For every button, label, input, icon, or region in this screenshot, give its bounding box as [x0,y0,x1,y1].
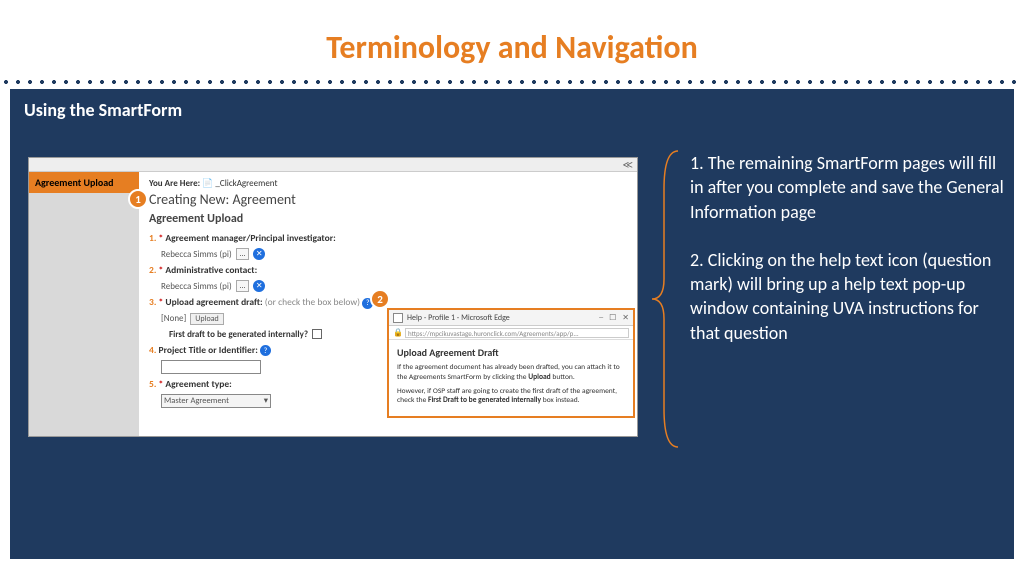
agreement-type-select[interactable]: Master Agreement ▾ [161,394,271,408]
popup-title: Help - Profile 1 - Microsoft Edge [407,313,510,323]
breadcrumb-label: You Are Here: [149,178,200,189]
popup-p2: However, if OSP staff are going to creat… [397,387,625,407]
upload-button[interactable]: Upload [190,313,223,325]
popup-p1: If the agreement document has already be… [397,363,625,383]
callout-marker-2: 2 [370,289,390,309]
close-icon[interactable]: ✕ [622,313,629,323]
callout-marker-1: 1 [128,189,148,209]
slide-title: Terminology and Navigation [0,0,1024,79]
help-icon[interactable]: ? [260,345,271,356]
popup-titlebar: Help - Profile 1 - Microsoft Edge ─ ☐ ✕ [389,310,633,326]
popup-addressbar: 🔒 https://mpcikuvastage.huronclick.com/A… [389,326,633,340]
dotted-divider [0,79,1024,85]
note-2: 2. Clicking on the help text icon (quest… [690,248,1010,345]
question-2: 2. * Administrative contact: [149,264,627,276]
note-1: 1. The remaining SmartForm pages will fi… [690,151,1010,224]
popup-body: Upload Agreement Draft If the agreement … [389,340,633,416]
close-icon[interactable]: ≪ [623,158,633,171]
section-title: Agreement Upload [149,212,627,226]
app-screenshot: ≪ Agreement Upload You Are Here: 📄 _Clic… [28,157,638,437]
url-field[interactable]: https://mpcikuvastage.huronclick.com/Agr… [405,328,629,338]
side-nav: Agreement Upload [29,172,139,193]
q1-value-row: Rebecca Simms (pi) … ✕ [161,248,627,260]
annotation-notes: 1. The remaining SmartForm pages will fi… [690,151,1010,369]
panel-heading: Using the SmartForm [24,99,1000,121]
nav-tab-agreement-upload[interactable]: Agreement Upload [29,172,139,193]
screenshot-titlebar: ≪ [29,158,637,172]
content-panel: Using the SmartForm ≪ Agreement Upload Y… [10,89,1014,559]
q3-cb-label: First draft to be generated internally? [169,329,308,340]
q2-value: Rebecca Simms (pi) [161,281,232,292]
popup-heading: Upload Agreement Draft [397,346,625,359]
project-title-input[interactable] [161,360,261,374]
remove-icon[interactable]: ✕ [253,248,265,260]
q2-value-row: Rebecca Simms (pi) … ✕ [161,280,627,292]
lock-icon: 🔒 [393,328,403,338]
brace-connector [650,149,680,449]
chevron-down-icon: ▾ [264,396,268,406]
window-controls: ─ ☐ ✕ [599,313,629,323]
help-popup: Help - Profile 1 - Microsoft Edge ─ ☐ ✕ … [387,308,635,418]
minimize-icon[interactable]: ─ [599,313,603,323]
form-title: Creating New: Agreement [149,191,627,208]
breadcrumb-value: _ClickAgreement [215,178,277,189]
breadcrumb: You Are Here: 📄 _ClickAgreement [149,178,627,189]
q3-none: [None] [161,313,186,324]
q1-more-button[interactable]: … [236,248,250,260]
q3-hint: (or check the box below) [265,296,360,308]
internal-draft-checkbox[interactable] [312,329,322,339]
q1-value: Rebecca Simms (pi) [161,249,232,260]
document-icon [393,313,403,323]
question-1: 1. * Agreement manager/Principal investi… [149,232,627,244]
maximize-icon[interactable]: ☐ [609,313,616,323]
q2-more-button[interactable]: … [236,280,250,292]
remove-icon[interactable]: ✕ [253,280,265,292]
